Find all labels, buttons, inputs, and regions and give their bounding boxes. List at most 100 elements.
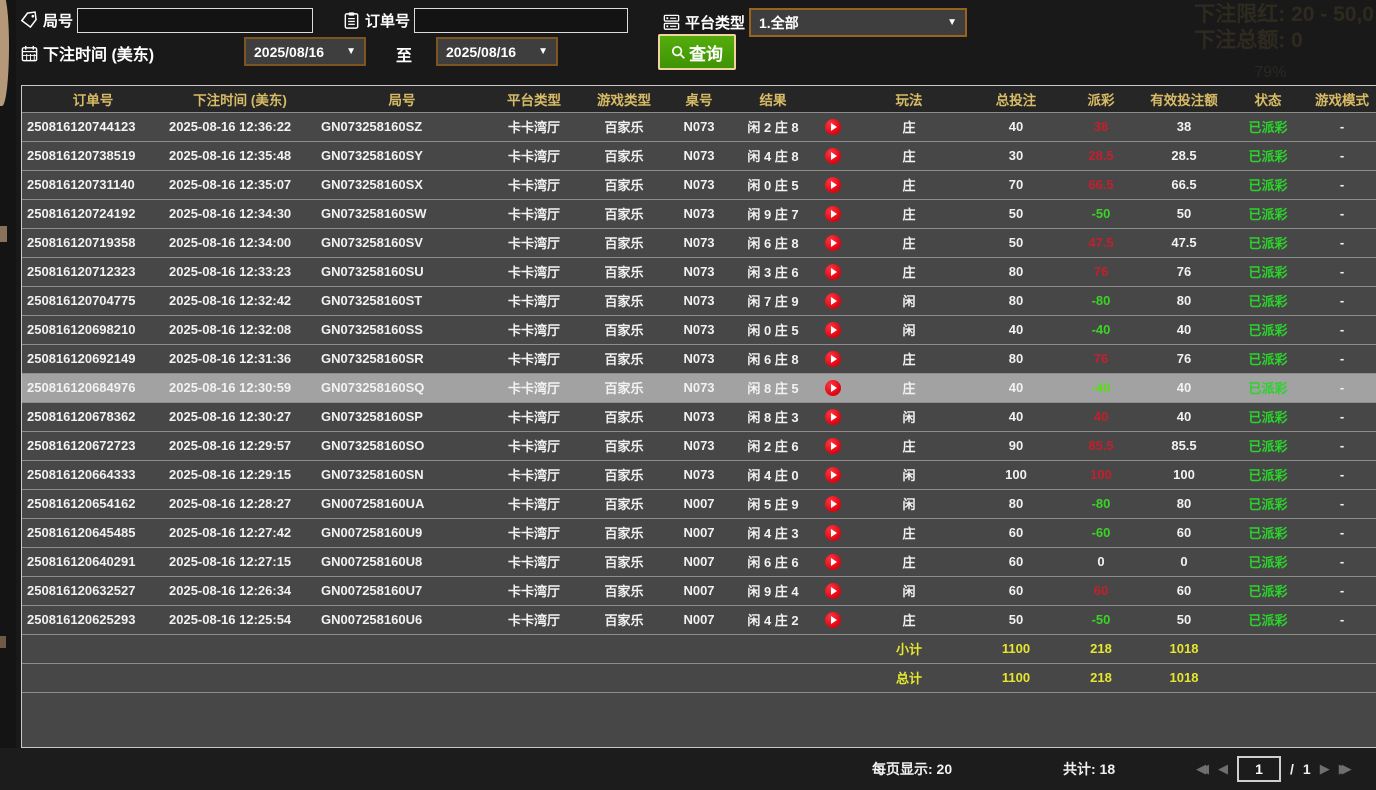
table-row[interactable]: 250816120684976 2025-08-16 12:30:59 GN07…: [22, 372, 1376, 402]
cell-bet-time: 2025-08-16 12:29:15: [164, 459, 316, 489]
cell-game-type: 百家乐: [580, 343, 668, 373]
record-count-label: 共计: 18: [1063, 761, 1116, 777]
table-row[interactable]: 250816120724192 2025-08-16 12:34:30 GN07…: [22, 198, 1376, 228]
first-page-icon[interactable]: ◀◀: [1196, 761, 1209, 777]
replay-play-icon[interactable]: [825, 408, 841, 425]
table-row[interactable]: 250816120731140 2025-08-16 12:35:07 GN07…: [22, 169, 1376, 199]
replay-play-icon[interactable]: [825, 321, 841, 338]
col-header-time: 下注时间 (美东): [164, 86, 316, 112]
next-page-icon[interactable]: ▶: [1320, 761, 1330, 777]
table-row[interactable]: 250816120704775 2025-08-16 12:32:42 GN07…: [22, 285, 1376, 315]
cell-game-mode: -: [1306, 488, 1376, 518]
cell-play-type: 庄: [850, 227, 968, 257]
cell-platform: 卡卡湾厅: [488, 372, 580, 402]
table-row[interactable]: 250816120738519 2025-08-16 12:35:48 GN07…: [22, 140, 1376, 170]
replay-play-icon[interactable]: [825, 553, 841, 570]
table-row[interactable]: 250816120654162 2025-08-16 12:28:27 GN00…: [22, 488, 1376, 518]
replay-play-icon[interactable]: [825, 205, 841, 222]
cell-replay: [816, 343, 850, 373]
cell-total-bet: 40: [968, 401, 1064, 431]
cell-total-bet: 70: [968, 169, 1064, 199]
replay-play-icon[interactable]: [825, 176, 841, 193]
table-row[interactable]: 250816120625293 2025-08-16 12:25:54 GN00…: [22, 604, 1376, 634]
cell-payout: 38: [1064, 111, 1138, 141]
cell-order-number: 250816120640291: [22, 546, 164, 576]
platform-select-value: 1.全部: [759, 14, 799, 31]
cell-payout: 60: [1064, 575, 1138, 605]
search-button[interactable]: 查询: [658, 34, 736, 70]
cell-order-number: 250816120692149: [22, 343, 164, 373]
replay-play-icon[interactable]: [825, 495, 841, 512]
table-row[interactable]: 250816120640291 2025-08-16 12:27:15 GN00…: [22, 546, 1376, 576]
table-row[interactable]: 250816120664333 2025-08-16 12:29:15 GN07…: [22, 459, 1376, 489]
cell-status: 已派彩: [1230, 430, 1306, 460]
cell-table-number: N073: [668, 169, 730, 199]
filler-row: [22, 691, 1376, 746]
left-edge-decoration: [0, 0, 16, 790]
table-row[interactable]: 250816120692149 2025-08-16 12:31:36 GN07…: [22, 343, 1376, 373]
replay-play-icon[interactable]: [825, 350, 841, 367]
replay-play-icon[interactable]: [825, 379, 841, 396]
table-row[interactable]: 250816120672723 2025-08-16 12:29:57 GN07…: [22, 430, 1376, 460]
cell-platform: 卡卡湾厅: [488, 256, 580, 286]
cell-game-type: 百家乐: [580, 372, 668, 402]
cell-result: 闲 8 庄 5: [730, 372, 816, 402]
per-page-label: 每页显示: 20: [872, 761, 953, 777]
date-to-value: 2025/08/16: [446, 43, 517, 60]
cell-order-number: 250816120632527: [22, 575, 164, 605]
cell-payout: -40: [1064, 314, 1138, 344]
subtotal-valid: 1018: [1138, 633, 1230, 663]
table-row[interactable]: 250816120645485 2025-08-16 12:27:42 GN00…: [22, 517, 1376, 547]
platform-select[interactable]: 1.全部 ▼: [749, 8, 968, 37]
replay-play-icon[interactable]: [825, 263, 841, 280]
tag-icon: [20, 11, 37, 29]
table-row[interactable]: 250816120678362 2025-08-16 12:30:27 GN07…: [22, 401, 1376, 431]
date-from-select[interactable]: 2025/08/16 ▼: [244, 37, 366, 66]
cell-bet-time: 2025-08-16 12:26:34: [164, 575, 316, 605]
cell-play-type: 庄: [850, 372, 968, 402]
cell-platform: 卡卡湾厅: [488, 488, 580, 518]
col-header-payout: 派彩: [1064, 86, 1138, 112]
cell-valid-bet: 85.5: [1138, 430, 1230, 460]
replay-play-icon[interactable]: [825, 147, 841, 164]
replay-play-icon[interactable]: [825, 292, 841, 309]
round-input[interactable]: [77, 8, 314, 33]
table-row[interactable]: 250816120698210 2025-08-16 12:32:08 GN07…: [22, 314, 1376, 344]
cell-status: 已派彩: [1230, 140, 1306, 170]
date-to-select[interactable]: 2025/08/16 ▼: [436, 37, 558, 66]
table-row[interactable]: 250816120744123 2025-08-16 12:36:22 GN07…: [22, 111, 1376, 141]
prev-page-icon[interactable]: ◀: [1218, 761, 1228, 777]
cell-play-type: 庄: [850, 256, 968, 286]
order-input[interactable]: [414, 8, 629, 33]
cell-platform: 卡卡湾厅: [488, 604, 580, 634]
cell-replay: [816, 198, 850, 228]
cell-payout: -80: [1064, 285, 1138, 315]
cell-game-mode: -: [1306, 111, 1376, 141]
cell-game-type: 百家乐: [580, 546, 668, 576]
col-header-game: 游戏类型: [580, 86, 668, 112]
cell-total-bet: 80: [968, 343, 1064, 373]
table-row[interactable]: 250816120719358 2025-08-16 12:34:00 GN07…: [22, 227, 1376, 257]
cell-payout: -50: [1064, 604, 1138, 634]
cell-replay: [816, 169, 850, 199]
last-page-icon[interactable]: ▶▶: [1339, 761, 1352, 777]
cell-replay: [816, 111, 850, 141]
replay-play-icon[interactable]: [825, 611, 841, 628]
cell-total-bet: 50: [968, 604, 1064, 634]
cell-game-mode: -: [1306, 604, 1376, 634]
replay-play-icon[interactable]: [825, 437, 841, 454]
cell-status: 已派彩: [1230, 198, 1306, 228]
replay-play-icon[interactable]: [825, 582, 841, 599]
cell-order-number: 250816120625293: [22, 604, 164, 634]
pager: ◀◀ ◀ / 1 ▶ ▶▶: [1196, 756, 1352, 782]
replay-play-icon[interactable]: [825, 234, 841, 251]
replay-play-icon[interactable]: [825, 466, 841, 483]
page-number-input[interactable]: [1237, 756, 1281, 782]
cell-game-mode: -: [1306, 198, 1376, 228]
replay-play-icon[interactable]: [825, 118, 841, 135]
replay-play-icon[interactable]: [825, 524, 841, 541]
cell-play-type: 庄: [850, 111, 968, 141]
table-row[interactable]: 250816120712323 2025-08-16 12:33:23 GN07…: [22, 256, 1376, 286]
cell-game-mode: -: [1306, 546, 1376, 576]
table-row[interactable]: 250816120632527 2025-08-16 12:26:34 GN00…: [22, 575, 1376, 605]
